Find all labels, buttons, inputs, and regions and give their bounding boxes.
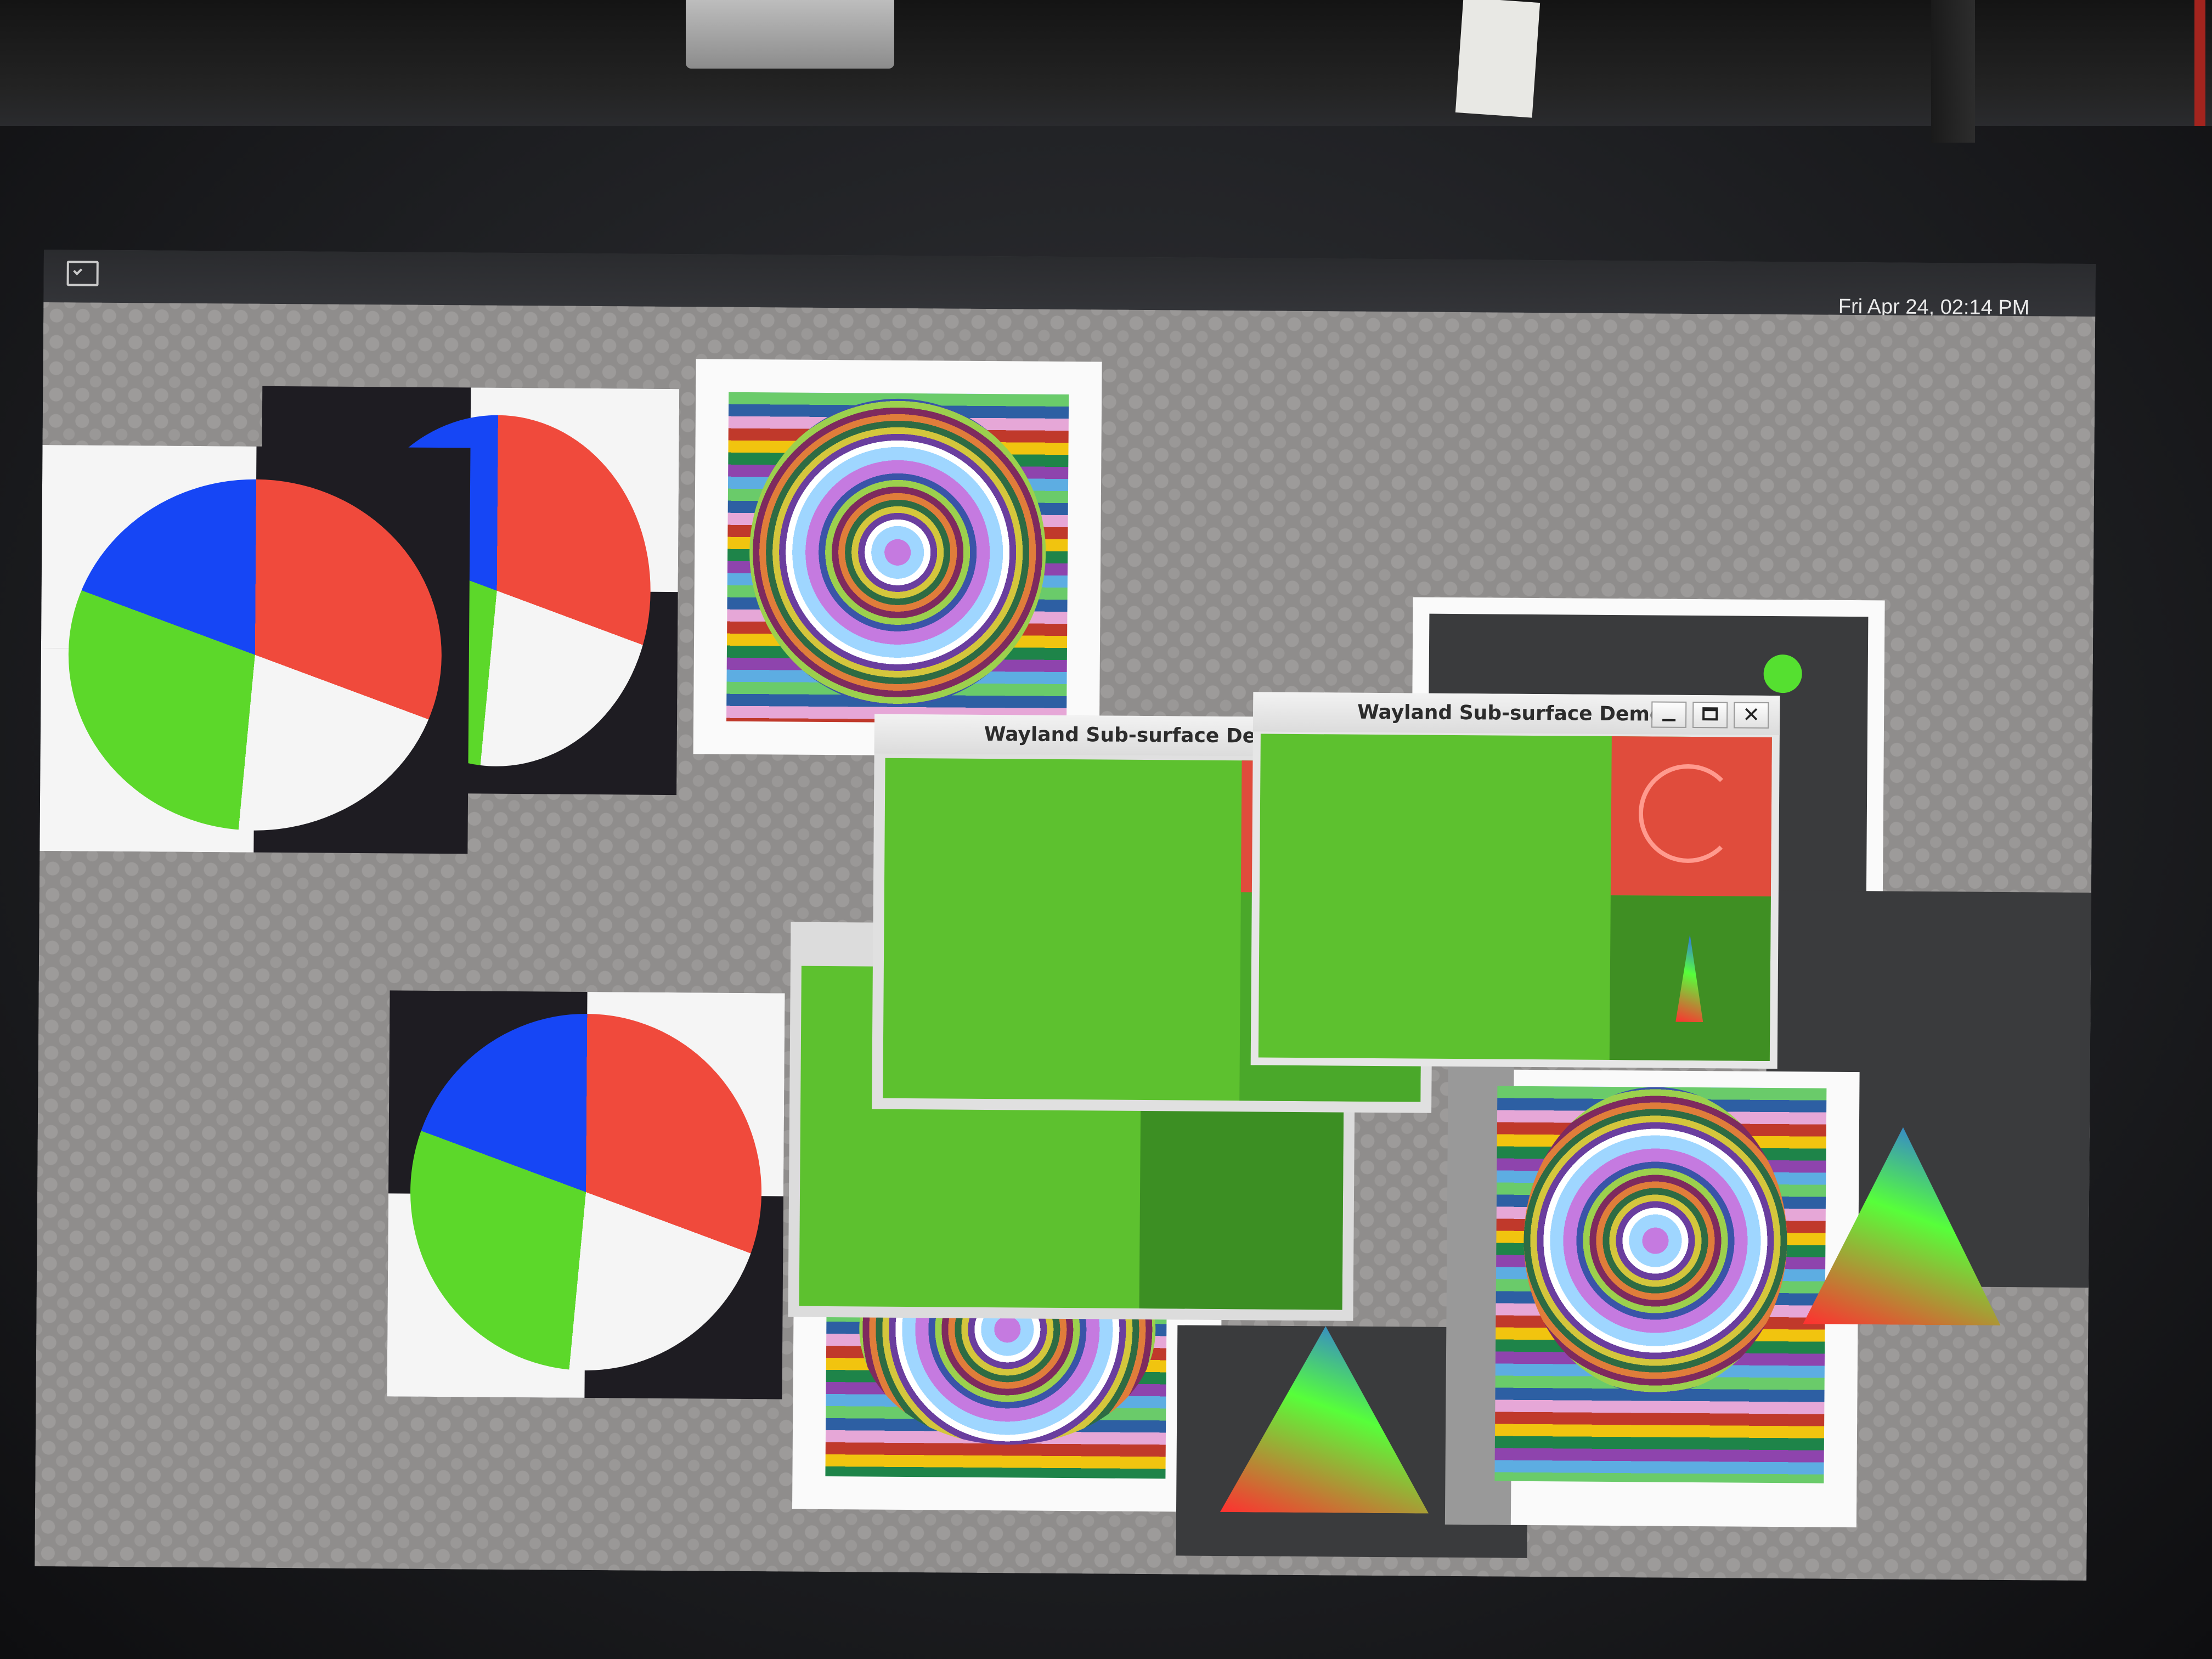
green-dot xyxy=(1763,654,1802,693)
wayland-window-2[interactable]: Wayland Sub-surface Demo ✕ xyxy=(1250,692,1780,1069)
flower-graphic xyxy=(1522,1086,1788,1396)
close-icon: ✕ xyxy=(1742,702,1760,727)
spinner-ring xyxy=(1638,764,1738,864)
display-screen: Fri Apr 24, 02:14 PM Wayland Sub-surface… xyxy=(35,250,2096,1581)
flower-window-right[interactable] xyxy=(1444,1052,1860,1528)
window-content xyxy=(1258,733,1772,1061)
pie-window-lower[interactable] xyxy=(387,990,785,1400)
desktop-background: Wayland Sub-surface Demo Wayland Sub-sur… xyxy=(35,302,2096,1581)
pie-graphic xyxy=(409,1012,763,1372)
triangle-graphic xyxy=(1675,934,1703,1022)
close-button[interactable]: ✕ xyxy=(1733,702,1769,729)
flower-window-top[interactable] xyxy=(693,359,1102,757)
maximize-button[interactable] xyxy=(1692,702,1728,729)
flower-graphic xyxy=(748,397,1047,707)
minimize-button[interactable] xyxy=(1651,701,1687,728)
background-sticker xyxy=(686,0,894,69)
terminal-icon[interactable] xyxy=(66,261,99,286)
triangle-graphic xyxy=(1220,1325,1430,1514)
background-wire xyxy=(1931,0,1975,143)
background-cables xyxy=(0,0,2212,126)
pie-window-front[interactable] xyxy=(40,444,471,854)
pie-graphic xyxy=(67,478,443,832)
background-red-wire xyxy=(2194,0,2205,126)
red-subsurface xyxy=(1610,736,1772,897)
background-label-card xyxy=(1455,0,1541,118)
maximize-icon xyxy=(1702,707,1718,721)
minimize-icon xyxy=(1662,719,1676,721)
